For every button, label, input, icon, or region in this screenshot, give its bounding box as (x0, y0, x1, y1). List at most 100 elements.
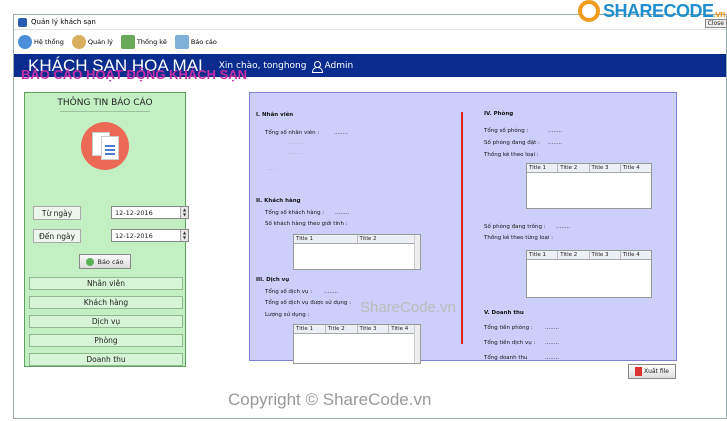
table-scrollbar[interactable] (414, 235, 420, 269)
blurred-text: · · · (268, 168, 276, 173)
copyright-watermark: Copyright © ShareCode.vn (228, 390, 432, 409)
report-document-icon (81, 122, 129, 170)
to-date-label: Đến ngày (33, 229, 81, 243)
report-button-label: Báo cáo (97, 257, 124, 266)
total-staff-value: ........ (334, 130, 348, 136)
section-nhan-vien-title: I. Nhân viên (256, 112, 294, 118)
menu-thong-ke[interactable]: Thống kê (120, 35, 167, 49)
usage-table[interactable]: Title 1 Title 2 Title 3 Title 4 (293, 324, 421, 364)
column-header[interactable]: Title 1 (527, 251, 559, 259)
total-rooms-value: ........ (548, 128, 562, 134)
report-button[interactable]: Báo cáo (79, 254, 131, 269)
pdf-icon (635, 367, 642, 376)
booked-rooms-value: ........ (548, 140, 562, 146)
menu-label: Báo cáo (190, 38, 217, 46)
customers-by-gender-label: Số khách hàng theo giới tính : (265, 221, 348, 227)
total-revenue-value: ........ (545, 355, 559, 361)
from-date-label: Từ ngày (33, 206, 81, 220)
user-name: Admin (324, 60, 354, 71)
section-phong-title: IV. Phòng (484, 111, 514, 117)
watermark: ShareCode.vn (360, 299, 456, 316)
total-services-value: ........ (324, 289, 338, 295)
user-icon (312, 60, 324, 73)
menu-label: Thống kê (136, 38, 167, 46)
section-doanh-thu-title: V. Doanh thu (484, 310, 524, 316)
sharecode-logo: SHARECODE.vn (577, 0, 725, 22)
column-header[interactable]: Title 2 (558, 164, 590, 172)
logo-text: SHARECODE (602, 0, 714, 21)
booked-rooms-label: Số phòng đang đặt : (484, 140, 540, 146)
empty-rooms-value: ........ (556, 224, 570, 230)
column-header[interactable]: Title 4 (621, 164, 651, 172)
total-rooms-label: Tổng số phòng : (484, 128, 529, 134)
to-date-picker[interactable]: 12-12-2016 ▲ ▼ (111, 229, 189, 242)
empty-rooms-label: Số phòng đang trống : (484, 224, 546, 230)
nav-dich-vu[interactable]: Dịch vụ (29, 315, 183, 328)
service-revenue-label: Tổng tiền dịch vụ : (484, 340, 536, 346)
blurred-text: · · · · · · (288, 142, 304, 147)
from-date-value: 12-12-2016 (115, 208, 153, 217)
rooms-by-type-table[interactable]: Title 1 Title 2 Title 3 Title 4 (526, 163, 652, 209)
usage-label: Lượng sử dụng : (265, 312, 310, 318)
room-revenue-label: Tổng tiền phòng : (484, 325, 533, 331)
user-info[interactable]: Admin (312, 60, 354, 73)
report-icon (174, 35, 189, 49)
column-header[interactable]: Title 2 (326, 325, 358, 333)
blurred-text: · · · · · (288, 152, 301, 157)
menu-bao-cao[interactable]: Báo cáo (174, 35, 217, 49)
date-spinner-icon[interactable]: ▲ ▼ (180, 207, 188, 218)
logo-tld: .vn (713, 8, 725, 19)
total-services-label: Tổng số dịch vụ : (265, 289, 313, 295)
column-header[interactable]: Title 3 (590, 164, 621, 172)
service-revenue-value: ........ (545, 340, 559, 346)
logo-icon (577, 0, 600, 22)
column-header[interactable]: Title 1 (294, 235, 358, 243)
section-divider (461, 112, 463, 344)
menu-quan-ly[interactable]: Quản lý (71, 35, 113, 49)
column-header[interactable]: Title 3 (358, 325, 390, 333)
column-header[interactable]: Title 3 (590, 251, 621, 259)
gender-table[interactable]: Title 1 Title 2 (293, 234, 421, 270)
chart-icon (120, 35, 135, 49)
total-staff-label: Tổng số nhân viên : (265, 130, 320, 136)
to-date-value: 12-12-2016 (115, 231, 153, 240)
section-khach-hang-title: II. Khách hàng (256, 198, 301, 204)
nav-nhan-vien[interactable]: Nhân viên (29, 277, 183, 290)
app-icon (18, 17, 27, 27)
room-revenue-value: ........ (545, 325, 559, 331)
menu-label: Quản lý (87, 38, 113, 46)
column-header[interactable]: Title 1 (527, 164, 559, 172)
total-customers-label: Tổng số khách hàng : (265, 210, 325, 216)
report-button-icon (86, 257, 95, 266)
people-icon (18, 35, 32, 49)
from-date-picker[interactable]: 12-12-2016 ▲ ▼ (111, 206, 189, 219)
nav-doanh-thu[interactable]: Doanh thu (29, 353, 183, 366)
column-header[interactable]: Title 2 (558, 251, 590, 259)
column-header[interactable]: Title 2 (358, 235, 421, 243)
used-services-label: Tổng số dịch vụ được sử dụng : (265, 300, 351, 306)
menu-label: Hệ thống (34, 38, 64, 46)
total-customers-value: ........ (335, 210, 349, 216)
column-header[interactable]: Title 1 (294, 325, 326, 333)
rooms-by-each-type-table[interactable]: Title 1 Title 2 Title 3 Title 4 (526, 250, 652, 298)
report-title: BÁO CÁO HOẠT ĐỘNG KHÁCH SẠN (21, 67, 248, 82)
divider (60, 111, 150, 112)
section-dich-vu-title: III. Dịch vụ (256, 277, 290, 283)
column-header[interactable]: Title 4 (621, 251, 651, 259)
rooms-by-each-type-label: Thống kê theo từng loại : (484, 235, 553, 241)
window-title: Quản lý khách sạn (31, 18, 96, 26)
date-spinner-icon[interactable]: ▲ ▼ (180, 230, 188, 241)
close-button[interactable]: Close (704, 19, 727, 28)
report-content-panel: I. Nhân viên Tổng số nhân viên : .......… (249, 92, 677, 364)
rooms-by-type-label: Thống kê theo loại : (484, 152, 539, 158)
table-scrollbar[interactable] (414, 325, 420, 363)
export-button-label: Xuất file (644, 368, 669, 375)
report-info-panel: THÔNG TIN BÁO CÁO Từ ngày 12-12-2016 ▲ ▼ … (24, 92, 189, 367)
manager-icon (71, 35, 86, 49)
menu-he-thong[interactable]: Hệ thống (18, 35, 64, 49)
total-revenue-label: Tổng doanh thu (484, 355, 528, 361)
export-button[interactable]: Xuất file (628, 364, 676, 379)
nav-khach-hang[interactable]: Khách hàng (29, 296, 183, 309)
nav-phong[interactable]: Phòng (29, 334, 183, 347)
menu-bar: Hệ thống Quản lý Thống kê Báo cáo (14, 32, 217, 52)
